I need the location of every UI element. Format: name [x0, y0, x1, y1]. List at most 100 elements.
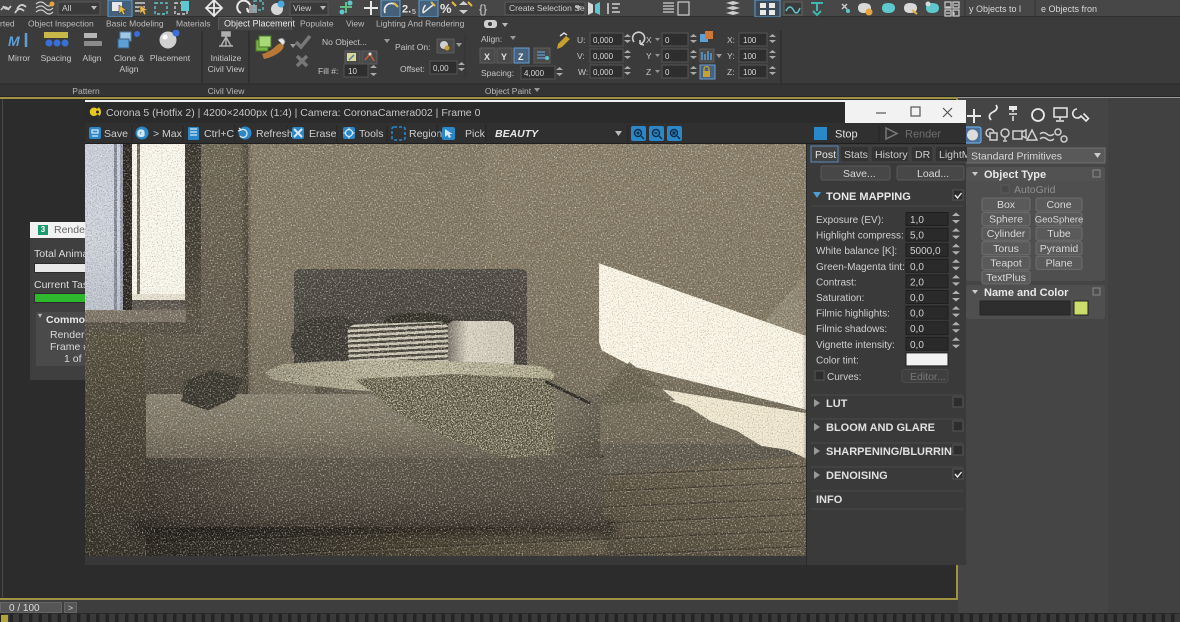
svg-text:Load...: Load...	[917, 168, 949, 180]
svg-text:Curves:: Curves:	[827, 372, 861, 383]
svg-text:Align: Align	[120, 64, 139, 74]
svg-text:Erase: Erase	[309, 128, 337, 140]
svg-text:y Objects to l: y Objects to l	[969, 4, 1021, 14]
svg-text:View: View	[346, 19, 365, 29]
svg-text:Vignette intensity:: Vignette intensity:	[816, 340, 895, 351]
svg-text:Green-Magenta tint:: Green-Magenta tint:	[816, 262, 905, 273]
svg-text:AutoGrid: AutoGrid	[1014, 184, 1056, 196]
svg-text:Object Placement: Object Placement	[224, 19, 296, 29]
svg-text:Teapot: Teapot	[990, 257, 1022, 269]
svg-text:Lighting And Rendering: Lighting And Rendering	[376, 19, 465, 29]
svg-text:0: 0	[665, 36, 670, 45]
svg-text:Create Selection Se: Create Selection Se	[509, 3, 585, 13]
svg-text:Fill #:: Fill #:	[318, 66, 338, 76]
svg-text:Save...: Save...	[843, 168, 876, 180]
svg-text:10: 10	[348, 67, 357, 76]
svg-text:100: 100	[743, 52, 757, 61]
svg-text:No Object...: No Object...	[322, 37, 367, 47]
svg-text:0,0: 0,0	[910, 340, 924, 351]
svg-text:Ctrl+C: Ctrl+C	[204, 128, 234, 140]
svg-text:0,000: 0,000	[593, 52, 614, 61]
svg-text:1,0: 1,0	[910, 215, 924, 226]
svg-text:Post: Post	[815, 149, 836, 161]
svg-text:BLOOM AND GLARE: BLOOM AND GLARE	[826, 422, 935, 434]
svg-text:Stop: Stop	[835, 129, 858, 141]
svg-text:e Objects fron: e Objects fron	[1041, 4, 1097, 14]
svg-text:Plane: Plane	[1046, 257, 1073, 269]
svg-text:Tube: Tube	[1047, 228, 1071, 240]
svg-text:X:: X:	[727, 35, 735, 45]
svg-text:Name and Color: Name and Color	[984, 287, 1069, 299]
svg-text:V:: V:	[577, 51, 585, 61]
svg-text:rted: rted	[0, 19, 15, 29]
svg-text:G: G	[138, 129, 145, 139]
svg-text:X: X	[484, 52, 490, 62]
svg-text:Initialize: Initialize	[211, 53, 242, 63]
svg-text:0,0: 0,0	[910, 293, 924, 304]
svg-text:Placement: Placement	[150, 53, 191, 63]
svg-text:History: History	[875, 149, 908, 161]
svg-text:Cone: Cone	[1046, 199, 1071, 211]
svg-text:Sphere: Sphere	[989, 214, 1023, 226]
svg-text:U:: U:	[577, 35, 586, 45]
svg-text:Z: Z	[518, 52, 524, 62]
svg-text:Civil View: Civil View	[208, 86, 246, 96]
svg-text:4,000: 4,000	[524, 69, 545, 78]
svg-text:View: View	[293, 3, 312, 13]
svg-text:Save: Save	[104, 128, 128, 140]
svg-text:Object Type: Object Type	[984, 169, 1046, 181]
svg-text:M: M	[8, 33, 20, 49]
svg-text:Standard Primitives: Standard Primitives	[971, 151, 1062, 163]
svg-text:DENOISING: DENOISING	[826, 470, 888, 482]
svg-text:2.: 2.	[402, 4, 411, 16]
svg-text:Filmic highlights:: Filmic highlights:	[816, 309, 890, 320]
svg-text:Box: Box	[997, 199, 1016, 211]
svg-text:100: 100	[743, 68, 757, 77]
svg-text:SHARPENING/BLURRING: SHARPENING/BLURRING	[826, 446, 960, 458]
svg-text:Corona 5 (Hotfix 2) | 4200×240: Corona 5 (Hotfix 2) | 4200×2400px (1:4) …	[106, 107, 481, 119]
svg-text:0,000: 0,000	[593, 68, 614, 77]
svg-text:Civil View: Civil View	[208, 64, 246, 74]
svg-text:Pattern: Pattern	[72, 86, 100, 96]
svg-text:0,0: 0,0	[910, 262, 924, 273]
svg-text:> Max: > Max	[153, 128, 183, 140]
svg-text:Spacing: Spacing	[41, 53, 72, 63]
svg-text:5: 5	[412, 9, 416, 16]
svg-text:Object Paint: Object Paint	[485, 86, 532, 96]
svg-text:Editor...: Editor...	[910, 371, 946, 383]
svg-text:Contrast:: Contrast:	[816, 277, 857, 288]
svg-text:Offset:: Offset:	[400, 64, 425, 74]
svg-text:Object Inspection: Object Inspection	[28, 19, 94, 29]
svg-text:Z:: Z:	[727, 67, 735, 77]
svg-text:Clone &: Clone &	[114, 53, 145, 63]
svg-text:5,0: 5,0	[910, 231, 924, 242]
svg-text:Render: Render	[905, 129, 941, 141]
svg-text:INFO: INFO	[816, 494, 843, 506]
svg-text:Z: Z	[646, 67, 651, 77]
svg-text:Pick: Pick	[465, 128, 486, 140]
svg-text:BEAUTY: BEAUTY	[495, 128, 539, 140]
svg-text:0,000: 0,000	[593, 36, 614, 45]
svg-text:Torus: Torus	[993, 243, 1019, 255]
svg-text:W:: W:	[578, 67, 588, 77]
svg-text:White balance [K]:: White balance [K]:	[816, 246, 897, 257]
svg-text:Basic Modeling: Basic Modeling	[106, 19, 164, 29]
svg-text:Populate: Populate	[300, 19, 334, 29]
svg-text:5000,0: 5000,0	[910, 246, 941, 257]
svg-text:100: 100	[743, 36, 757, 45]
svg-text:Spacing:: Spacing:	[481, 68, 514, 78]
svg-text:Pyramid: Pyramid	[1040, 243, 1079, 255]
svg-text:Y:: Y:	[727, 51, 735, 61]
svg-text:LightMix: LightMix	[939, 149, 967, 161]
svg-text:0,0: 0,0	[910, 324, 924, 335]
svg-text:Tools: Tools	[359, 128, 384, 140]
svg-text:Color tint:: Color tint:	[816, 355, 859, 366]
svg-text:Stats: Stats	[844, 149, 868, 161]
svg-text:Y: Y	[501, 52, 507, 62]
svg-text:Filmic shadows:: Filmic shadows:	[816, 324, 887, 335]
svg-text:0,0: 0,0	[910, 309, 924, 320]
svg-text:Align: Align	[83, 53, 102, 63]
svg-text:All: All	[62, 3, 72, 13]
svg-text:0: 0	[665, 68, 670, 77]
svg-text:0: 0	[665, 52, 670, 61]
